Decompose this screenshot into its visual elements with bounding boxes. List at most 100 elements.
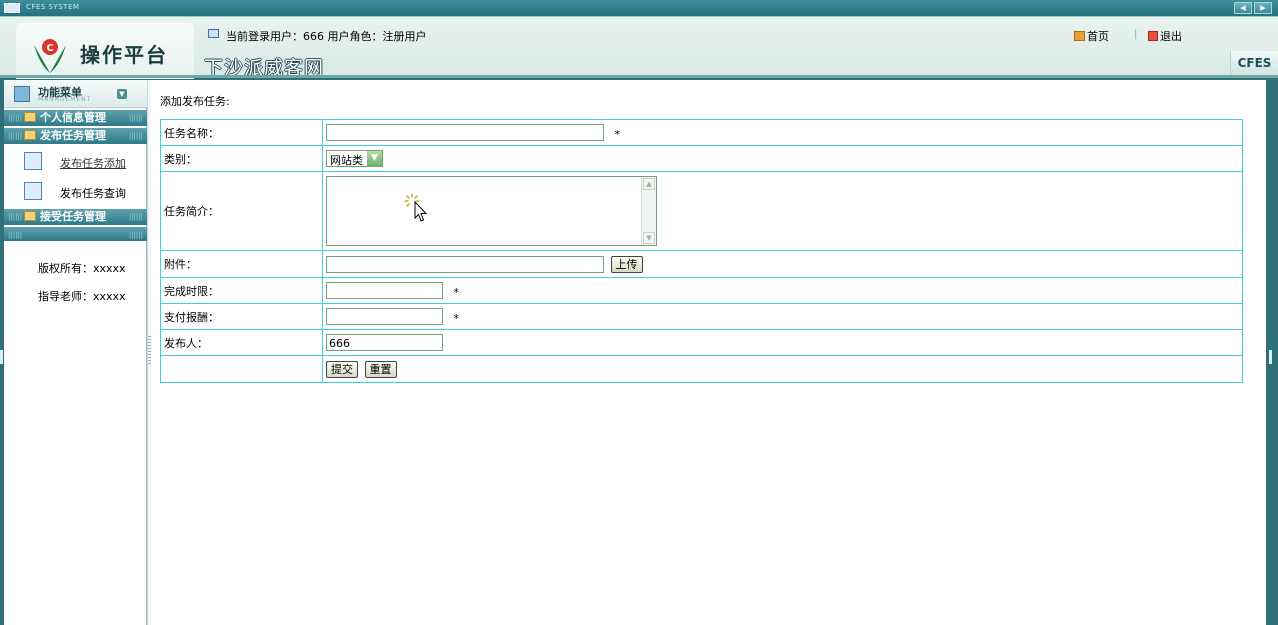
category-selected-value: 网站类: [327, 151, 367, 167]
system-title: CFES SYSTEM: [26, 3, 80, 11]
description-cell: ▲ ▼: [322, 171, 1243, 251]
form-row-category: 类别： 网站类 ▼: [160, 145, 1243, 172]
submit-button[interactable]: 提交: [326, 360, 358, 378]
collapse-menu-icon[interactable]: ▼: [117, 89, 127, 99]
header-divider: [0, 75, 1278, 78]
publisher-label: 发布人：: [160, 329, 323, 356]
attachment-label: 附件：: [160, 250, 323, 278]
folder-icon: [24, 112, 36, 122]
category-select[interactable]: 网站类 ▼: [326, 150, 383, 167]
group-label: 个人信息管理: [40, 111, 106, 124]
user-info-icon: [208, 29, 219, 38]
sidebar-item-label: 发布任务查询: [60, 187, 126, 200]
right-frame-edge: [1266, 80, 1278, 625]
logout-icon: [1148, 31, 1158, 41]
logout-label: 退出: [1160, 30, 1182, 43]
current-user-info: 当前登录用户：666 用户角色：注册用户: [226, 30, 427, 43]
advisor-text: 指导老师：xxxxx: [38, 290, 126, 303]
group-dots-left: ||||||: [8, 114, 23, 122]
actions-cell: 提交 重置: [322, 355, 1243, 383]
copyright-text: 版权所有：xxxxx: [38, 262, 126, 275]
sidebar-item-label: 发布任务添加: [60, 157, 126, 170]
task-form: 任务名称： * 类别： 网站类 ▼ 任务简介： ▲ ▼ 附件： 上传 完成时限：…: [160, 119, 1243, 383]
group-dots-right: ||||||: [128, 114, 143, 122]
home-label: 首页: [1087, 30, 1109, 43]
task-name-input[interactable]: [326, 123, 604, 141]
sidebar-group-personal-info[interactable]: |||||| 个人信息管理 ||||||: [4, 110, 147, 126]
menu-icon: [14, 86, 30, 102]
nav-back-icon[interactable]: ◀: [1234, 2, 1252, 14]
main-content: 添加发布任务: 任务名称： * 类别： 网站类 ▼ 任务简介： ▲ ▼ 附件： …: [151, 80, 1266, 625]
brand-label: CFES: [1230, 51, 1278, 75]
home-icon: [1074, 31, 1085, 41]
info-bar: 当前登录用户：666 用户角色：注册用户 首页 | 退出: [204, 23, 1254, 43]
deadline-input[interactable]: [326, 281, 443, 299]
group-label: 发布任务管理: [40, 129, 106, 142]
sidebar: 功能菜单 MANAGEMENT ▼ |||||| 个人信息管理 |||||| |…: [4, 80, 147, 625]
group-dots-right: ||||||: [128, 132, 143, 140]
group-dots-left: ||||||: [8, 231, 23, 239]
sidebar-item-query-task[interactable]: 发布任务查询: [4, 179, 147, 205]
payment-cell: *: [322, 303, 1243, 330]
folder-icon: [24, 211, 36, 221]
category-label: 类别：: [160, 145, 323, 172]
group-dots-right: ||||||: [128, 231, 143, 239]
task-name-cell: *: [322, 119, 1243, 146]
query-task-icon: [24, 182, 42, 200]
publisher-cell: [322, 329, 1243, 356]
svg-text:C: C: [46, 43, 53, 54]
chevron-down-icon[interactable]: ▼: [367, 151, 382, 166]
right-grip[interactable]: [1269, 350, 1272, 364]
required-mark: *: [453, 286, 460, 300]
scroll-up-icon[interactable]: ▲: [643, 178, 655, 190]
system-icon: [4, 3, 20, 13]
loading-cursor-icon: [404, 193, 428, 222]
folder-icon: [24, 130, 36, 140]
category-cell: 网站类 ▼: [322, 145, 1243, 172]
task-name-label: 任务名称：: [160, 119, 323, 146]
actions-label-cell: [160, 355, 323, 383]
payment-input[interactable]: [326, 307, 443, 325]
sidebar-group-footer-bar: |||||| ||||||: [4, 227, 147, 241]
header-separator: |: [1134, 29, 1138, 40]
payment-label: 支付报酬：: [160, 303, 323, 330]
description-label: 任务简介：: [160, 171, 323, 251]
sidebar-group-publish-task[interactable]: |||||| 发布任务管理 ||||||: [4, 128, 147, 144]
attachment-input[interactable]: [326, 255, 604, 273]
form-row-deadline: 完成时限： *: [160, 277, 1243, 304]
sidebar-group-accept-task[interactable]: |||||| 接受任务管理 ||||||: [4, 209, 147, 225]
form-row-description: 任务简介： ▲ ▼: [160, 171, 1243, 251]
description-textarea[interactable]: ▲ ▼: [326, 176, 657, 246]
menu-header: 功能菜单 MANAGEMENT ▼: [4, 80, 147, 108]
bank-logo-icon: C: [34, 39, 66, 73]
logout-link[interactable]: 退出: [1148, 28, 1182, 44]
form-row-attachment: 附件： 上传: [160, 250, 1243, 278]
textarea-scrollbar[interactable]: ▲ ▼: [641, 177, 656, 245]
form-row-actions: 提交 重置: [160, 355, 1243, 383]
scroll-down-icon[interactable]: ▼: [643, 232, 655, 244]
deadline-label: 完成时限：: [160, 277, 323, 304]
required-mark: *: [614, 128, 621, 142]
publisher-input[interactable]: [326, 334, 443, 351]
group-dots-left: ||||||: [8, 132, 23, 140]
home-link[interactable]: 首页: [1074, 28, 1109, 44]
sidebar-item-add-task[interactable]: 发布任务添加: [4, 149, 147, 175]
deadline-cell: *: [322, 277, 1243, 304]
required-mark: *: [453, 312, 460, 326]
group-dots-left: ||||||: [8, 213, 23, 221]
menu-subtitle: MANAGEMENT: [38, 96, 92, 103]
attachment-cell: 上传: [322, 250, 1243, 278]
group-label: 接受任务管理: [40, 210, 106, 223]
page-title: 添加发布任务:: [160, 95, 230, 108]
window-nav-buttons: ◀ ▶: [1234, 2, 1272, 14]
left-grip[interactable]: [0, 350, 3, 364]
nav-forward-icon[interactable]: ▶: [1254, 2, 1272, 14]
reset-button[interactable]: 重置: [364, 360, 397, 378]
form-row-payment: 支付报酬： *: [160, 303, 1243, 330]
platform-name: 操作平台: [80, 43, 168, 67]
window-title-bar: CFES SYSTEM ◀ ▶: [0, 0, 1278, 16]
header: C 操作平台 下沙派威客网 当前登录用户：666 用户角色：注册用户 首页 | …: [0, 16, 1278, 79]
upload-button[interactable]: 上传: [610, 255, 643, 273]
group-dots-right: ||||||: [128, 213, 143, 221]
form-row-task-name: 任务名称： *: [160, 119, 1243, 146]
